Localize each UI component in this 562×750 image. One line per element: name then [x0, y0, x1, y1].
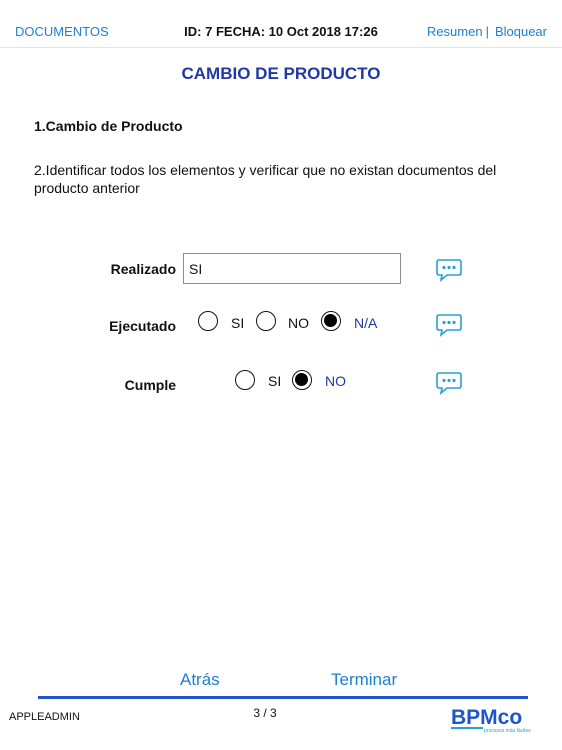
cumple-label: Cumple — [124, 377, 176, 393]
top-right-links: Resumen | Bloquear — [427, 24, 547, 39]
realizado-comment-icon[interactable] — [435, 258, 463, 282]
back-button[interactable]: Atrás — [180, 670, 220, 690]
logo-text: BPMco — [451, 706, 522, 729]
ejecutado-option-na: N/A — [354, 315, 378, 331]
link-separator: | — [485, 24, 489, 39]
ejecutado-comment-icon[interactable] — [435, 313, 463, 337]
finish-button[interactable]: Terminar — [331, 670, 397, 690]
cumple-option-si: SI — [268, 373, 282, 389]
step-1-text: 1.Cambio de Producto — [34, 118, 183, 134]
step-2-text: 2.Identificar todos los elementos y veri… — [34, 162, 497, 196]
ejecutado-radio-si[interactable] — [198, 311, 218, 331]
footer-divider — [38, 696, 528, 699]
cumple-option-no: NO — [325, 373, 346, 389]
summary-link[interactable]: Resumen — [427, 24, 483, 39]
bpmco-logo: BPMco procesos más fáciles — [451, 706, 531, 734]
ejecutado-radio-no[interactable] — [256, 311, 276, 331]
cumple-radio-no[interactable] — [292, 370, 312, 390]
realizado-input[interactable] — [183, 253, 401, 284]
ejecutado-option-no: NO — [288, 315, 309, 331]
cumple-radio-si[interactable] — [235, 370, 255, 390]
logo-tagline: procesos más fáciles — [484, 728, 531, 734]
lock-link[interactable]: Bloquear — [495, 24, 547, 39]
ejecutado-radio-na[interactable] — [321, 311, 341, 331]
page-title: CAMBIO DE PRODUCTO — [181, 64, 381, 83]
ejecutado-option-si: SI — [231, 315, 245, 331]
cumple-comment-icon[interactable] — [435, 371, 463, 395]
top-bar: DOCUMENTOS ID: 7 FECHA: 10 Oct 2018 17:2… — [0, 0, 562, 48]
realizado-label: Realizado — [110, 261, 176, 277]
ejecutado-label: Ejecutado — [109, 318, 176, 334]
